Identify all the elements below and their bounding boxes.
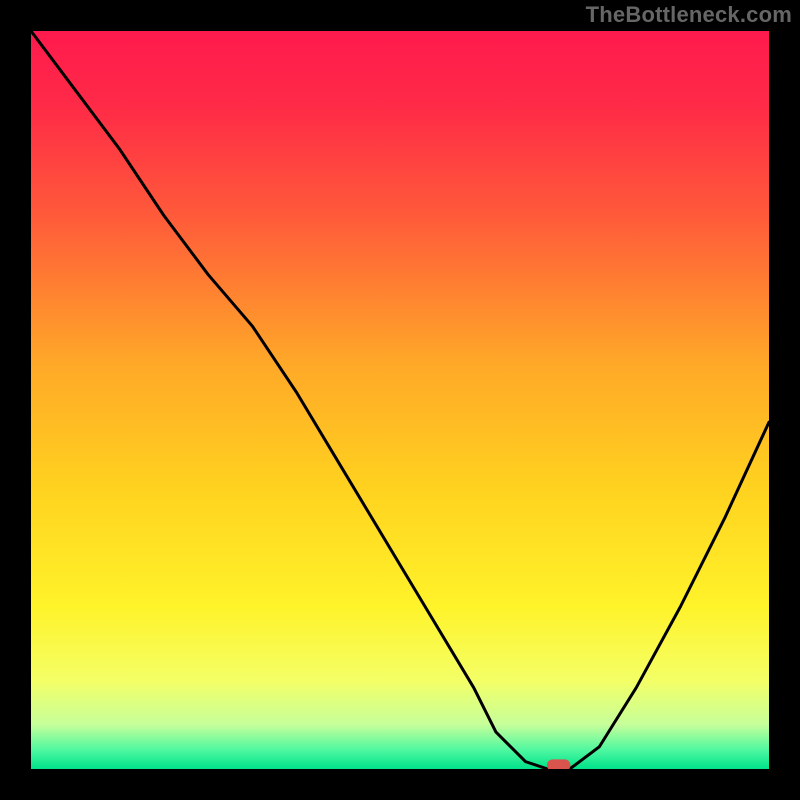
optimal-marker <box>547 759 571 769</box>
watermark-text: TheBottleneck.com <box>586 2 792 28</box>
chart-svg <box>31 31 769 769</box>
gradient-background <box>31 31 769 769</box>
chart-frame: TheBottleneck.com <box>0 0 800 800</box>
plot-area <box>31 31 769 769</box>
